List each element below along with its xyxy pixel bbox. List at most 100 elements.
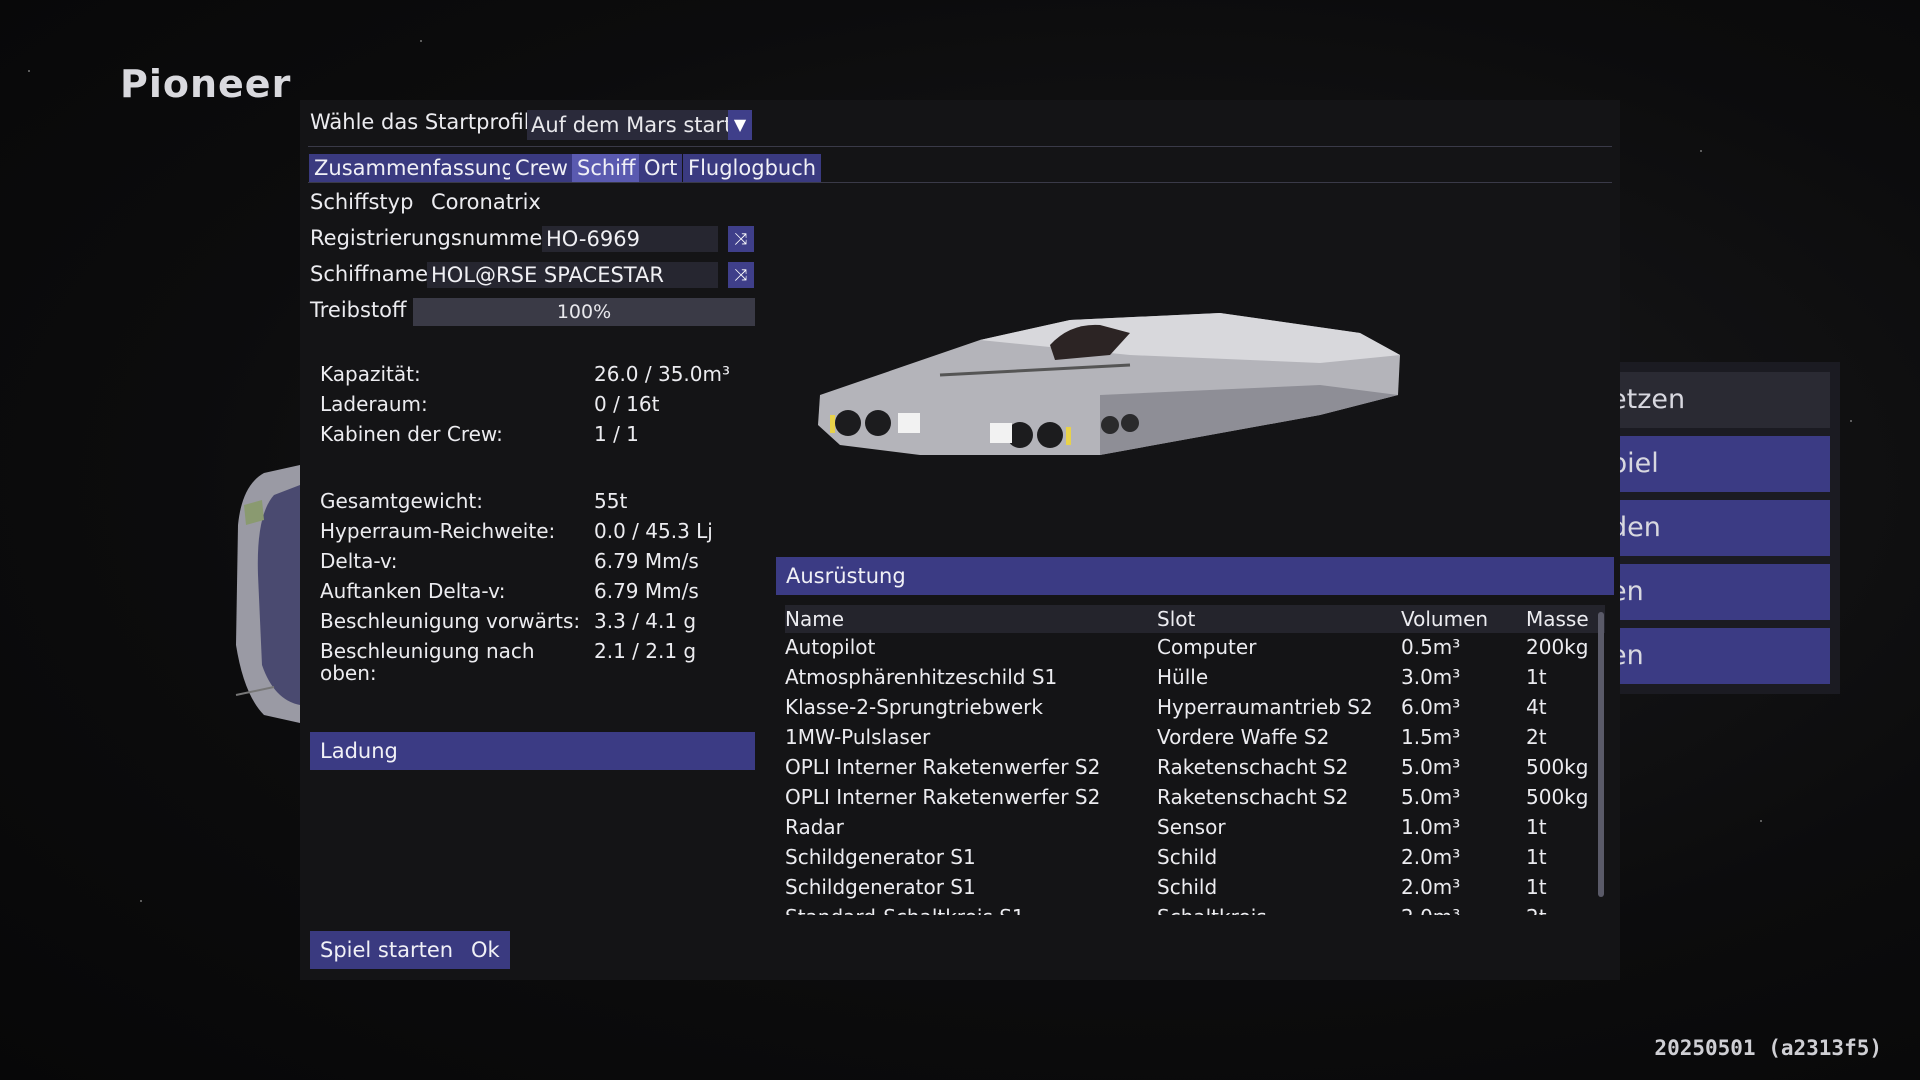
tab-zusammenfassung[interactable]: Zusammenfassung <box>309 154 520 182</box>
equipment-scrollbar[interactable] <box>1598 612 1604 897</box>
menu-item-2[interactable]: piel <box>1590 436 1830 492</box>
pioneer-logo: Pioneer <box>120 62 292 106</box>
eq-mass: 1t <box>1526 845 1547 869</box>
eq-volume: 2.0m³ <box>1401 845 1461 869</box>
column-header-volume[interactable]: Volumen <box>1401 607 1488 631</box>
eq-mass: 2t <box>1526 905 1547 915</box>
stat-value: 6.79 Mm/s <box>594 549 699 573</box>
table-row[interactable]: Autopilot Computer 0.5m³ 200kg <box>785 635 1605 665</box>
eq-mass: 2t <box>1526 725 1547 749</box>
background-main-menu: etzen piel den en en <box>1590 362 1840 694</box>
stat-label: Laderaum: <box>320 392 428 416</box>
eq-name: Klasse-2-Sprungtriebwerk <box>785 695 1043 719</box>
shuffle-icon[interactable]: ⤨ <box>728 262 754 288</box>
table-row[interactable]: 1MW-Pulslaser Vordere Waffe S2 1.5m³ 2t <box>785 725 1605 755</box>
menu-item-3[interactable]: den <box>1590 500 1830 556</box>
scrollbar-thumb[interactable] <box>1598 612 1604 897</box>
ok-button[interactable]: Ok <box>461 931 510 969</box>
fuel-slider[interactable]: 100% <box>413 298 755 326</box>
table-row[interactable]: Standard-Schaltkreis S1 Schaltkreis 2.0m³ 2… <box>785 905 1605 915</box>
tabs-divider <box>308 182 1612 183</box>
eq-slot: Schild <box>1157 845 1218 869</box>
eq-slot: Sensor <box>1157 815 1226 839</box>
menu-item-1[interactable]: etzen <box>1590 372 1830 428</box>
ship-model-image <box>818 313 1400 455</box>
stat-label: Beschleunigung nach <box>320 639 535 663</box>
eq-name: Atmosphärenhitzeschild S1 <box>785 665 1058 689</box>
tab-schiff[interactable]: Schiff <box>572 154 641 182</box>
eq-volume: 2.0m³ <box>1401 905 1460 915</box>
background-ship-image <box>235 465 300 723</box>
eq-mass: 500kg <box>1526 785 1589 809</box>
table-row[interactable]: Schildgenerator S1 Schild 2.0m³ 1t <box>785 875 1605 905</box>
eq-mass: 1t <box>1526 665 1547 689</box>
ship-type-label: Schiffstyp <box>310 190 414 214</box>
column-header-name[interactable]: Name <box>785 607 844 631</box>
stat-label: Kabinen der Crew: <box>320 422 503 446</box>
eq-name: OPLI Interner Raketenwerfer S2 <box>785 785 1101 809</box>
eq-volume: 6.0m³ <box>1401 695 1461 719</box>
tab-crew[interactable]: Crew <box>510 154 573 182</box>
menu-item-4[interactable]: en <box>1590 564 1830 620</box>
start-profile-label: Wähle das Startprofil: <box>310 110 537 134</box>
cargo-header[interactable]: Ladung <box>310 732 755 770</box>
equipment-header[interactable]: Ausrüstung <box>776 557 1614 595</box>
stat-label: Beschleunigung vorwärts: <box>320 609 581 633</box>
table-row[interactable]: Klasse-2-Sprungtriebwerk Hyperraumantrieb… <box>785 695 1605 725</box>
eq-slot: Hülle <box>1157 665 1209 689</box>
eq-volume: 1.5m³ <box>1401 725 1461 749</box>
table-row[interactable]: OPLI Interner Raketenwerfer S2 Raketensch… <box>785 755 1605 785</box>
stat-value: 3.3 / 4.1 g <box>594 609 697 633</box>
eq-slot: Raketenschacht S2 <box>1157 755 1349 779</box>
shuffle-icon[interactable]: ⤨ <box>728 226 754 252</box>
eq-slot: Computer <box>1157 635 1257 659</box>
menu-item-5[interactable]: en <box>1590 628 1830 684</box>
eq-slot: Vordere Waffe S2 <box>1157 725 1330 749</box>
stat-value: 0 / 16t <box>594 392 660 416</box>
eq-slot: Schild <box>1157 875 1218 899</box>
eq-volume: 0.5m³ <box>1401 635 1461 659</box>
stat-label: Hyperraum-Reichweite: <box>320 519 556 543</box>
table-row[interactable]: Atmosphärenhitzeschild S1 Hülle 3.0m³ 1t <box>785 665 1605 695</box>
ship-name-input[interactable]: HOL@RSE SPACESTAR <box>427 262 718 288</box>
eq-volume: 5.0m³ <box>1401 785 1461 809</box>
eq-name: Autopilot <box>785 635 876 659</box>
tab-ort[interactable]: Ort <box>639 154 683 182</box>
start-profile-select[interactable]: Auf dem Mars starten <box>527 110 751 140</box>
stat-label: Delta-v: <box>320 549 398 573</box>
version-label: 20250501 (a2313f5) <box>1654 1036 1882 1060</box>
eq-name: Schildgenerator S1 <box>785 875 976 899</box>
eq-mass: 1t <box>1526 815 1547 839</box>
eq-volume: 1.0m³ <box>1401 815 1461 839</box>
table-row[interactable]: OPLI Interner Raketenwerfer S2 Raketensch… <box>785 785 1605 815</box>
eq-name: Radar <box>785 815 844 839</box>
stat-label: Auftanken Delta-v: <box>320 579 506 603</box>
ship-type-value: Coronatrix <box>431 190 541 214</box>
stat-label: Gesamtgewicht: <box>320 489 483 513</box>
tab-fluglogbuch[interactable]: Fluglogbuch <box>683 154 822 182</box>
fuel-value: 100% <box>556 301 612 323</box>
registration-input[interactable]: HO-6969 <box>542 226 718 252</box>
eq-volume: 2.0m³ <box>1401 875 1461 899</box>
stat-value: 26.0 / 35.0m³ <box>594 362 731 386</box>
eq-volume: 5.0m³ <box>1401 755 1461 779</box>
stat-label: Kapazität: <box>320 362 421 386</box>
triangle-down-icon[interactable]: ▼ <box>728 110 752 140</box>
registration-label: Registrierungsnummer <box>310 226 551 250</box>
table-row[interactable]: Radar Sensor 1.0m³ 1t <box>785 815 1605 845</box>
stat-value: 6.79 Mm/s <box>594 579 699 603</box>
stat-label-continued: oben: <box>320 661 377 685</box>
eq-slot: Hyperraumantrieb S2 <box>1157 695 1373 719</box>
column-header-mass[interactable]: Masse <box>1526 607 1589 631</box>
stat-value: 55t <box>594 489 628 513</box>
equipment-table: Name Slot Volumen Masse Autopilot Compute… <box>785 605 1605 915</box>
table-row[interactable]: Schildgenerator S1 Schild 2.0m³ 1t <box>785 845 1605 875</box>
eq-mass: 500kg <box>1526 755 1589 779</box>
start-game-button[interactable]: Spiel starten <box>310 931 464 969</box>
eq-slot: Raketenschacht S2 <box>1157 785 1349 809</box>
eq-mass: 1t <box>1526 875 1547 899</box>
eq-name: 1MW-Pulslaser <box>785 725 931 749</box>
column-header-slot[interactable]: Slot <box>1157 607 1195 631</box>
stat-value: 2.1 / 2.1 g <box>594 639 697 663</box>
eq-name: Standard-Schaltkreis S1 <box>785 905 1025 915</box>
